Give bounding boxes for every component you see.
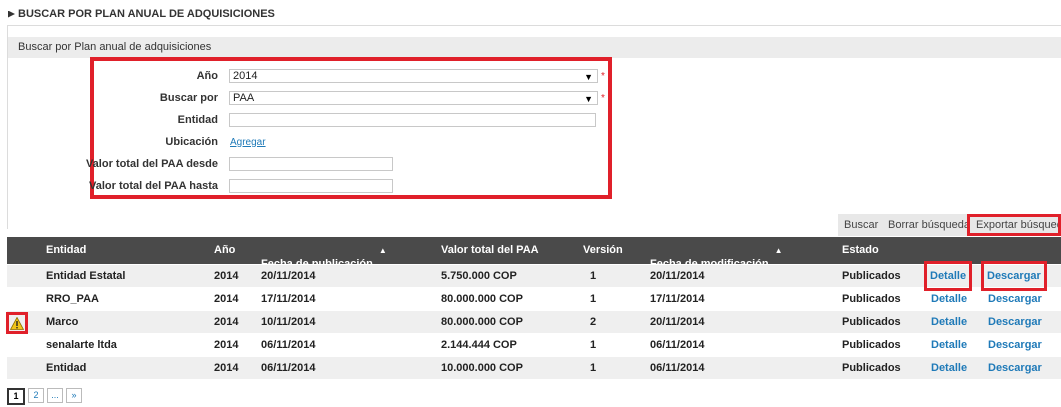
exportar-busqueda-button[interactable]: Exportar búsqueda — [967, 214, 1061, 236]
table-row: Entidad 2014 06/11/2014 10.000.000 COP 1… — [7, 357, 1061, 379]
table-row: senalarte ltda 2014 06/11/2014 2.144.444… — [7, 334, 1061, 356]
col-version: Versión — [583, 244, 623, 256]
cell-entidad: Marco — [46, 316, 79, 328]
cell-fecha-modificacion: 06/11/2014 — [650, 362, 705, 374]
cell-estado: Publicados — [842, 339, 901, 351]
descargar-link[interactable]: Descargar — [988, 357, 1042, 379]
cell-estado: Publicados — [842, 270, 901, 282]
cell-entidad: Entidad — [46, 362, 87, 374]
buscar-por-label: Buscar por — [159, 92, 218, 104]
row-entidad: Entidad — [94, 111, 608, 129]
detalle-link[interactable]: Detalle — [931, 334, 967, 356]
cell-estado: Publicados — [842, 316, 901, 328]
valor-desde-label: Valor total del PAA desde — [85, 158, 218, 170]
cell-estado: Publicados — [842, 293, 901, 305]
page-1-button[interactable]: 1 — [7, 388, 25, 405]
anio-select[interactable]: 2014 ▼ — [229, 69, 598, 83]
col-anio: Año — [214, 244, 236, 256]
cell-fecha-publicacion: 20/11/2014 — [261, 270, 316, 282]
cell-valor: 80.000.000 COP — [441, 293, 523, 305]
valor-hasta-label: Valor total del PAA hasta — [89, 180, 218, 192]
cell-fecha-modificacion: 17/11/2014 — [650, 293, 705, 305]
descargar-link[interactable]: Descargar — [988, 288, 1042, 310]
table-row: Entidad Estatal 2014 20/11/2014 5.750.00… — [7, 261, 1061, 291]
cell-fecha-modificacion: 20/11/2014 — [650, 316, 705, 328]
cell-entidad: senalarte ltda — [46, 339, 117, 351]
cell-fecha-modificacion: 20/11/2014 — [650, 270, 705, 282]
page-title: BUSCAR POR PLAN ANUAL DE ADQUISICIONES — [8, 8, 275, 20]
agregar-ubicacion-link[interactable]: Agregar — [230, 137, 266, 148]
valor-desde-input[interactable] — [229, 157, 393, 171]
cell-version: 2 — [590, 316, 597, 328]
table-row: RRO_PAA 2014 17/11/2014 80.000.000 COP 1… — [7, 288, 1061, 310]
cell-fecha-publicacion: 17/11/2014 — [261, 293, 316, 305]
cell-fecha-modificacion: 06/11/2014 — [650, 339, 705, 351]
detalle-link[interactable]: Detalle — [923, 261, 973, 291]
cell-valor: 10.000.000 COP — [441, 362, 523, 374]
detalle-link[interactable]: Detalle — [931, 311, 967, 333]
descargar-link[interactable]: Descargar — [981, 261, 1047, 291]
buscar-button[interactable]: Buscar — [838, 214, 885, 236]
borrar-busqueda-button[interactable]: Borrar búsqueda — [882, 214, 976, 236]
col-valor-total: Valor total del PAA — [441, 244, 539, 256]
bullet-icon — [8, 10, 15, 18]
search-form: Año 2014 ▼ * Buscar por PAA ▼ * Entidad … — [86, 57, 612, 199]
cell-anio: 2014 — [214, 316, 239, 328]
row-ubicacion: Ubicación Agregar — [94, 133, 608, 151]
cell-fecha-publicacion: 06/11/2014 — [261, 362, 316, 374]
cell-version: 1 — [590, 293, 597, 305]
cell-valor: 5.750.000 COP — [441, 270, 517, 282]
page-2-button[interactable]: 2 — [28, 388, 44, 403]
dropdown-caret-icon: ▼ — [584, 72, 593, 82]
row-buscar-por: Buscar por PAA ▼ * — [94, 89, 608, 107]
descargar-link[interactable]: Descargar — [988, 311, 1042, 333]
anio-select-value: 2014 — [233, 70, 258, 82]
valor-hasta-input[interactable] — [229, 179, 393, 193]
cell-entidad: Entidad Estatal — [46, 270, 126, 282]
row-valor-hasta: Valor total del PAA hasta — [89, 177, 608, 195]
warning-icon — [10, 316, 24, 330]
detalle-link[interactable]: Detalle — [931, 288, 967, 310]
cell-anio: 2014 — [214, 293, 239, 305]
buscar-por-select-value: PAA — [233, 92, 255, 104]
cell-version: 1 — [590, 270, 597, 282]
row-anio: Año 2014 ▼ * — [94, 67, 608, 85]
cell-valor: 80.000.000 COP — [441, 316, 523, 328]
cell-fecha-publicacion: 06/11/2014 — [261, 339, 316, 351]
required-mark: * — [601, 92, 605, 104]
table-row: Marco 2014 10/11/2014 80.000.000 COP 2 2… — [7, 311, 1061, 333]
cell-anio: 2014 — [214, 270, 239, 282]
descargar-link[interactable]: Descargar — [988, 334, 1042, 356]
cell-anio: 2014 — [214, 362, 239, 374]
cell-version: 1 — [590, 339, 597, 351]
anio-label: Año — [196, 70, 218, 82]
buscar-por-select[interactable]: PAA ▼ — [229, 91, 598, 105]
cell-estado: Publicados — [842, 362, 901, 374]
required-mark: * — [601, 70, 605, 82]
warning-indicator[interactable] — [6, 312, 28, 334]
col-estado: Estado — [842, 244, 879, 256]
results-table-header: Entidad Año Fecha de publicación▲▼ Valor… — [7, 237, 1061, 282]
panel-header: Buscar por Plan anual de adquisiciones — [8, 37, 1061, 58]
detalle-link[interactable]: Detalle — [931, 357, 967, 379]
cell-anio: 2014 — [214, 339, 239, 351]
cell-entidad: RRO_PAA — [46, 293, 99, 305]
col-entidad: Entidad — [46, 244, 87, 256]
entidad-input[interactable] — [229, 113, 596, 127]
pagination: 1 2 ... » — [7, 388, 82, 405]
page-title-text: BUSCAR POR PLAN ANUAL DE ADQUISICIONES — [18, 8, 275, 20]
row-valor-desde: Valor total del PAA desde — [86, 155, 608, 173]
page-ellipsis: ... — [47, 388, 63, 403]
next-page-button[interactable]: » — [66, 388, 82, 403]
entidad-label: Entidad — [177, 114, 218, 126]
ubicacion-label: Ubicación — [165, 136, 218, 148]
dropdown-caret-icon: ▼ — [584, 94, 593, 104]
cell-valor: 2.144.444 COP — [441, 339, 517, 351]
cell-version: 1 — [590, 362, 597, 374]
cell-fecha-publicacion: 10/11/2014 — [261, 316, 316, 328]
